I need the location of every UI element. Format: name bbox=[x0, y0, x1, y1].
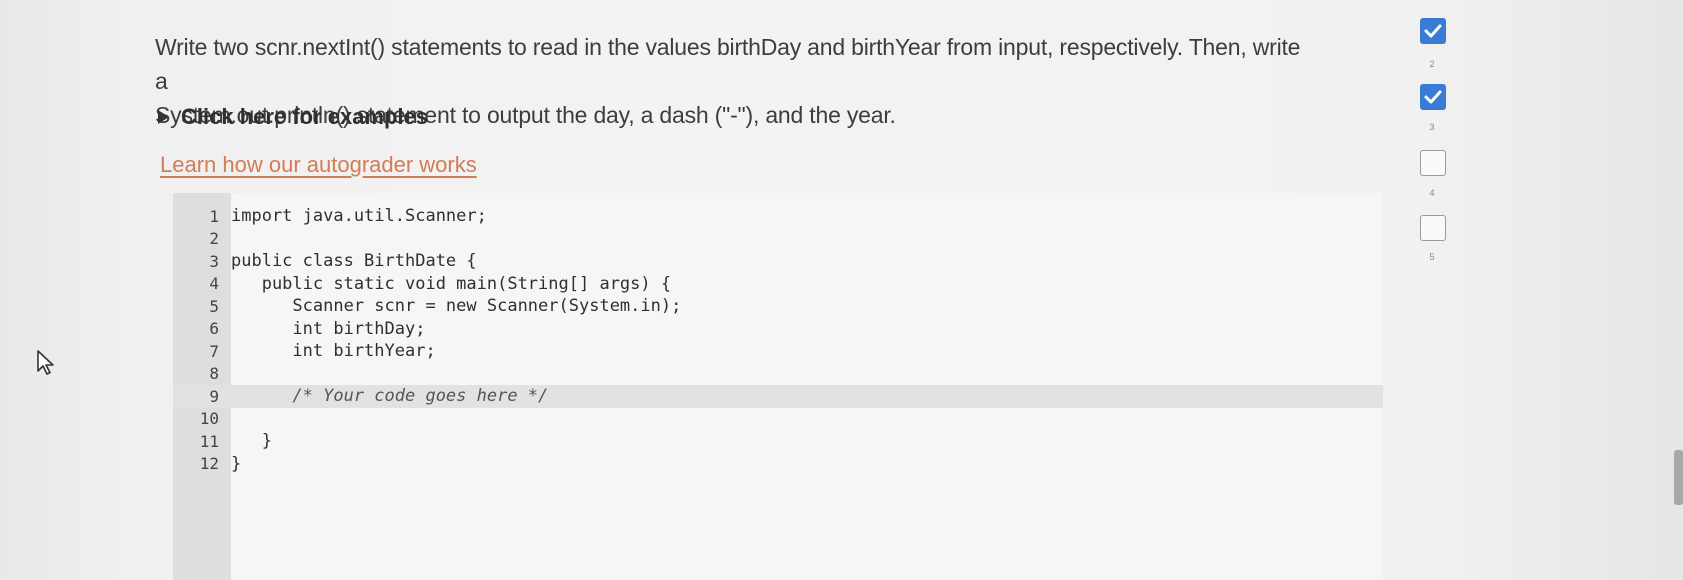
line-number: 4 bbox=[209, 274, 219, 294]
step-number: 2 bbox=[1429, 59, 1435, 69]
line-number: 12 bbox=[199, 454, 219, 474]
line-number: 8 bbox=[209, 364, 219, 384]
step-number: 4 bbox=[1429, 188, 1435, 198]
step-3-checkbox[interactable] bbox=[1420, 150, 1446, 176]
code-line[interactable]: 4 public static void main(String[] args)… bbox=[173, 273, 1383, 296]
step-2-checkbox[interactable] bbox=[1420, 84, 1446, 110]
code-text: } bbox=[231, 453, 242, 474]
scrollbar-thumb[interactable] bbox=[1674, 450, 1683, 505]
checkmark-icon bbox=[1424, 24, 1442, 38]
code-comment: /* Your code goes here */ bbox=[231, 386, 549, 407]
step-4-checkbox[interactable] bbox=[1420, 215, 1446, 241]
code-line[interactable]: 1 import java.util.Scanner; bbox=[173, 205, 1383, 228]
expand-triangle-icon bbox=[158, 110, 169, 124]
code-editor[interactable]: 1 import java.util.Scanner; 2 3 public cla… bbox=[173, 193, 1383, 580]
code-text: public static void main(String[] args) { bbox=[231, 273, 672, 294]
code-text: int birthYear; bbox=[231, 341, 436, 362]
step-1-checkbox[interactable] bbox=[1420, 18, 1446, 44]
mouse-pointer-icon bbox=[37, 350, 54, 375]
code-line[interactable]: 7 int birthYear; bbox=[173, 340, 1383, 363]
code-line[interactable]: 10 bbox=[173, 408, 1383, 431]
examples-toggle-label: Click here for examples bbox=[181, 104, 429, 129]
code-text: public class BirthDate { bbox=[231, 251, 477, 272]
code-line[interactable]: 2 bbox=[173, 228, 1383, 251]
activity-panel: Write two scnr.nextInt() statements to r… bbox=[0, 0, 1683, 580]
line-number: 9 bbox=[209, 386, 219, 406]
line-number: 11 bbox=[199, 431, 219, 451]
code-line[interactable]: 6 int birthDay; bbox=[173, 318, 1383, 341]
line-number: 5 bbox=[209, 296, 219, 316]
code-line[interactable]: 11 } bbox=[173, 430, 1383, 453]
code-lines[interactable]: 1 import java.util.Scanner; 2 3 public cla… bbox=[173, 205, 1383, 475]
step-number: 3 bbox=[1429, 122, 1435, 132]
step-number: 5 bbox=[1429, 252, 1435, 262]
line-number: 1 bbox=[209, 206, 219, 226]
line-number: 7 bbox=[209, 341, 219, 361]
examples-toggle[interactable]: Click here for examples bbox=[158, 104, 428, 130]
line-number: 3 bbox=[209, 251, 219, 271]
code-line[interactable]: 3 public class BirthDate { bbox=[173, 250, 1383, 273]
instructions-line-1: Write two scnr.nextInt() statements to r… bbox=[155, 34, 1301, 94]
code-line[interactable]: 8 bbox=[173, 363, 1383, 386]
line-number: 2 bbox=[209, 229, 219, 249]
code-line[interactable]: 12} bbox=[173, 453, 1383, 476]
checkmark-icon bbox=[1424, 90, 1442, 104]
code-text: } bbox=[231, 431, 272, 452]
active-code-line[interactable]: 9 /* Your code goes here */ bbox=[173, 385, 1383, 408]
line-number: 10 bbox=[199, 409, 219, 429]
code-text: int birthDay; bbox=[231, 318, 426, 339]
code-text: Scanner scnr = new Scanner(System.in); bbox=[231, 296, 682, 317]
autograder-link[interactable]: Learn how our autograder works bbox=[160, 152, 477, 178]
code-text: import java.util.Scanner; bbox=[231, 206, 487, 227]
code-line[interactable]: 5 Scanner scnr = new Scanner(System.in); bbox=[173, 295, 1383, 318]
line-number: 6 bbox=[209, 319, 219, 339]
